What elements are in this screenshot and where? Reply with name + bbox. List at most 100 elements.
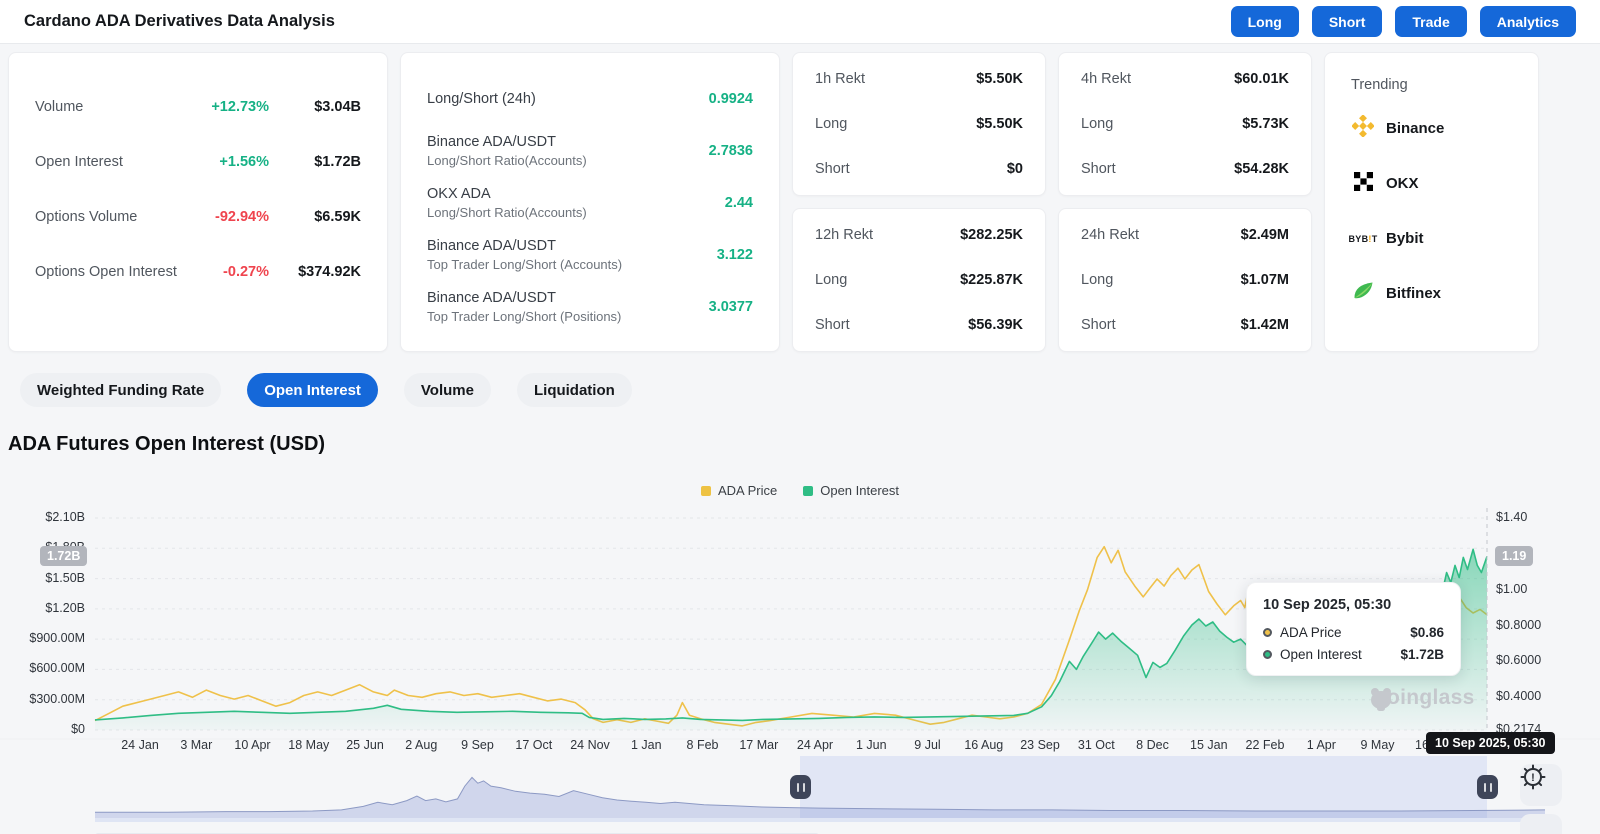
legend-item[interactable]: ADA Price [700,483,777,498]
chart-tooltip: 10 Sep 2025, 05:30 ADA Price $0.86 Open … [1246,582,1461,676]
main-chart[interactable]: $2.10B$1.80B$1.50B$1.20B$900.00M$600.00M… [0,504,1600,756]
x-axis-tick: 25 Jun [346,738,384,752]
rekt-side-label: Long [1081,116,1114,132]
tooltip-row: Open Interest $1.72B [1263,647,1444,662]
rekt-side-label: Short [815,161,850,177]
rekt-total: $60.01K [1234,71,1289,87]
trending-item-bitfinex[interactable]: Bitfinex [1351,266,1512,321]
navigator-left-handle[interactable] [790,775,811,799]
rekt-title: 24h Rekt [1081,227,1140,243]
left-axis-tick: $2.10B [45,510,85,524]
stat-row: Volume +12.73% $3.04B [35,79,361,134]
x-axis-tick: 9 Sep [461,738,494,752]
trending-item-bybit[interactable]: BYB!T Bybit [1348,211,1512,266]
x-axis-tick: 10 Apr [234,738,271,752]
rekt-side-label: Short [1081,317,1116,333]
trade-button[interactable]: Trade [1395,6,1467,37]
tooltip-date: 10 Sep 2025, 05:30 [1263,597,1392,613]
rekt-side-value: $1.42M [1240,317,1289,333]
trending-item-binance[interactable]: Binance [1351,101,1512,156]
trending-list: Binance OKX BYB!T Bybit Bitfinex [1348,101,1512,321]
tooltip-row: ADA Price $0.86 [1263,625,1444,640]
left-axis-tick: $900.00M [29,631,85,645]
rekt-title: 12h Rekt [815,227,874,243]
ratio-label: Binance ADA/USDT [427,290,556,306]
rekt-side-label: Long [815,272,848,288]
summary-cards: Volume +12.73% $3.04B Open Interest +1.5… [8,52,1592,352]
rekt-total: $282.25K [960,227,1023,243]
chart-secondary-button[interactable] [1520,814,1562,834]
left-axis-tick: $600.00M [29,661,85,675]
chart-title: ADA Futures Open Interest (USD) [8,433,326,455]
tooltip-series-label: ADA Price [1280,625,1342,640]
coinglass-watermark: coinglass [1368,686,1475,711]
x-axis-tick: 9 May [1360,738,1395,752]
binance-icon [1351,114,1375,142]
ratio-row: OKX ADA Long/Short Ratio(Accounts) 2.44 [427,177,753,229]
stat-row: Options Volume -92.94% $6.59K [35,189,361,244]
rekt-side-label: Long [815,116,848,132]
tooltip-series-dot [1263,650,1272,659]
rekt-side-value: $5.50K [976,116,1023,132]
tab-liquidation[interactable]: Liquidation [516,373,632,407]
stat-change: -92.94% [214,208,269,225]
trending-item-okx[interactable]: OKX [1351,156,1512,211]
main-content: Volume +12.73% $3.04B Open Interest +1.5… [0,52,1600,834]
rekt-cards: 1h Rekt $5.50K Long $5.50K Short $0 4h R… [792,52,1312,352]
page-title: Cardano ADA Derivatives Data Analysis [24,12,335,30]
x-axis-tick: 22 Feb [1245,738,1285,752]
ratio-row: Binance ADA/USDT Top Trader Long/Short (… [427,229,753,281]
right-axis-tick: $0.8000 [1496,618,1542,632]
rekt-side-value: $56.39K [968,317,1023,333]
x-axis-tick: 8 Dec [1136,738,1169,752]
rekt-side-value: $225.87K [960,272,1023,288]
x-axis-tick: 17 Oct [515,738,553,752]
ratio-label: Binance ADA/USDT [427,238,556,254]
svg-text:!: ! [1531,772,1535,784]
x-axis-tick: 1 Jan [631,738,662,752]
short-button[interactable]: Short [1311,6,1383,37]
topbar: Cardano ADA Derivatives Data Analysis Lo… [0,0,1600,44]
x-axis-tick: 24 Nov [570,738,610,752]
x-axis-tick: 17 Mar [739,738,779,752]
x-axis-tick: 24 Jan [121,738,159,752]
x-axis-tick: 31 Oct [1077,738,1115,752]
ratio-sublabel: Top Trader Long/Short (Accounts) [427,257,623,272]
x-axis-tick: 9 Jul [914,738,941,752]
x-axis-tick: 8 Feb [686,738,719,752]
rekt-side-label: Short [1081,161,1116,177]
rekt-card-12h: 12h Rekt $282.25K Long $225.87K Short $5… [792,208,1046,352]
topbar-buttons: Long Short Trade Analytics [1230,6,1576,37]
stat-row: Open Interest +1.56% $1.72B [35,134,361,189]
x-axis-tick: 2 Aug [405,738,438,752]
x-axis-tick: 15 Jan [1190,738,1228,752]
tab-open-interest[interactable]: Open Interest [247,373,378,407]
exchange-name: Binance [1386,120,1445,137]
stat-change: +1.56% [219,153,269,170]
stat-change: +12.73% [211,98,269,115]
stat-value: $6.59K [314,208,361,225]
long-button[interactable]: Long [1230,6,1299,37]
navigator-right-handle[interactable] [1477,775,1498,799]
long-short-ratios-card: Long/Short (24h) 0.9924 Binance ADA/USDT… [400,52,780,352]
crosshair-date-label: 10 Sep 2025, 05:30 [1426,732,1555,754]
exchange-name: Bitfinex [1386,285,1442,302]
rekt-side-value: $0 [1006,161,1023,177]
x-axis-tick: 3 Mar [180,738,213,752]
tab-volume[interactable]: Volume [403,373,491,407]
chart-settings-button[interactable]: ! [1520,764,1562,806]
tab-weighted-funding-rate[interactable]: Weighted Funding Rate [20,373,222,407]
legend-item[interactable]: Open Interest [803,483,899,498]
ratio-row: Long/Short (24h) 0.9924 [427,73,753,125]
stat-value: $1.72B [314,153,361,170]
stat-change: -0.27% [223,263,269,280]
rekt-card-1h: 1h Rekt $5.50K Long $5.50K Short $0 [792,52,1046,196]
tooltip-series-value: $0.86 [1410,625,1444,640]
rekt-card-24h: 24h Rekt $2.49M Long $1.07M Short $1.42M [1058,208,1312,352]
bitfinex-icon [1352,280,1375,308]
ratio-row: Binance ADA/USDT Long/Short Ratio(Accoun… [427,125,753,177]
chart-tabs: Weighted Funding Rate Open Interest Volu… [20,373,1600,407]
tooltip-rows: ADA Price $0.86 Open Interest $1.72B [1263,625,1444,662]
chart-legend: ADA Price Open Interest [0,483,1600,498]
analytics-button[interactable]: Analytics [1479,6,1576,37]
